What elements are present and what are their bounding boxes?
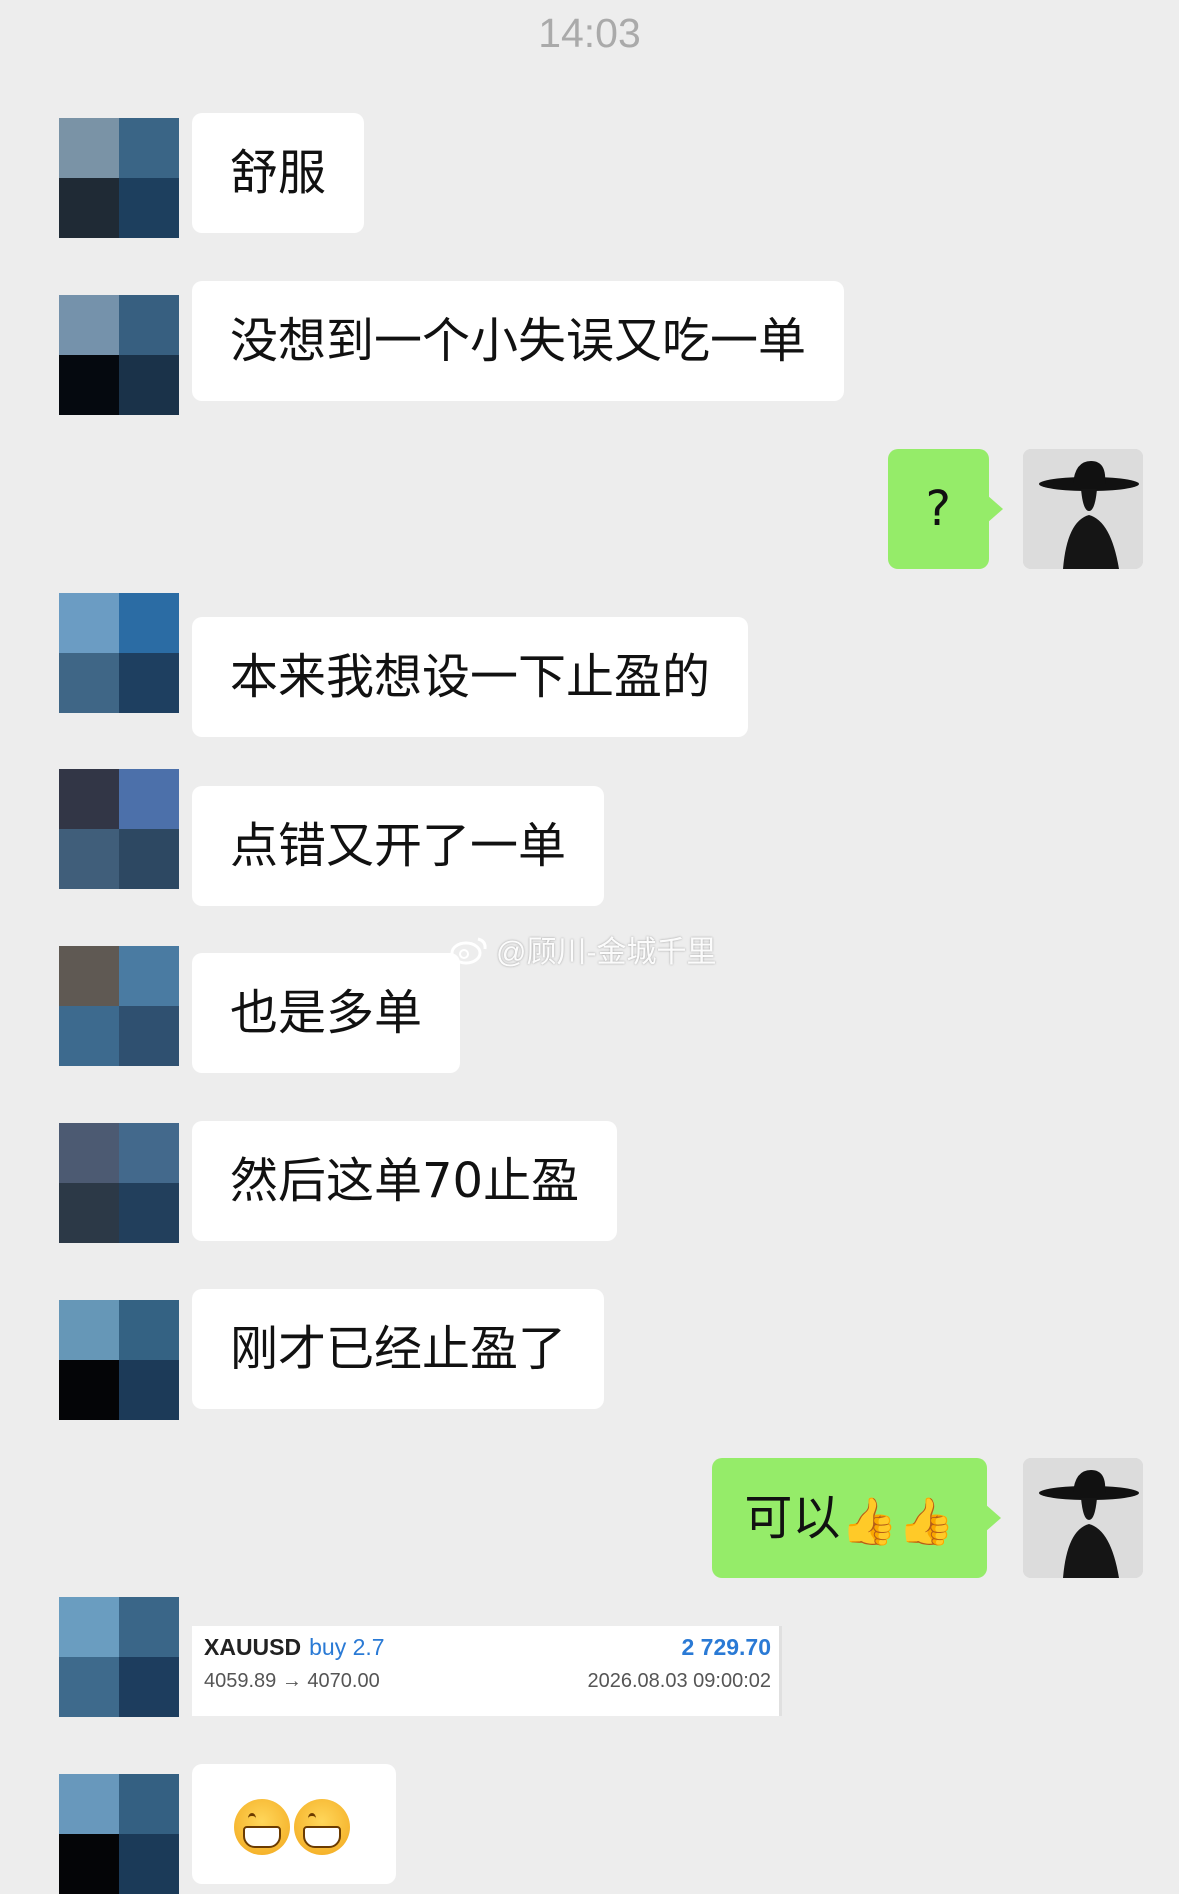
contact-avatar[interactable] xyxy=(59,295,179,415)
trade-row-header: XAUUSD buy 2.7 2 729.70 xyxy=(204,1634,771,1670)
my-avatar[interactable] xyxy=(1023,449,1143,569)
trade-row-detail: 4059.89 → 4070.00 2026.08.03 09:00:02 xyxy=(204,1670,771,1704)
my-avatar[interactable] xyxy=(1023,1458,1143,1578)
contact-avatar[interactable] xyxy=(59,1300,179,1420)
contact-avatar[interactable] xyxy=(59,769,179,889)
message-bubble[interactable]: 刚才已经止盈了 xyxy=(192,1289,605,1409)
message-bubble[interactable]: 然后这单70止盈 xyxy=(192,1121,618,1241)
message-bubble[interactable]: 舒服 xyxy=(192,113,365,233)
message-bubble[interactable]: 点错又开了一单 xyxy=(192,786,605,906)
message-bubble-sent[interactable]: ? xyxy=(887,449,1004,569)
message-bubble[interactable]: 没想到一个小失误又吃一单 xyxy=(192,281,845,401)
contact-avatar[interactable] xyxy=(59,1597,179,1717)
weibo-icon xyxy=(450,937,487,965)
trade-side: buy 2.7 xyxy=(309,1634,385,1660)
trade-prices: 4059.89 → 4070.00 xyxy=(204,1670,380,1692)
contact-avatar[interactable] xyxy=(59,593,179,713)
message-text: 可以 xyxy=(744,1490,841,1546)
contact-avatar[interactable] xyxy=(59,118,179,238)
silhouette-icon xyxy=(1023,449,1143,569)
trade-profit: 2 729.70 xyxy=(681,1634,771,1660)
message-bubble-emoji[interactable] xyxy=(192,1764,396,1884)
message-bubble-sent[interactable]: 可以👍👍 xyxy=(712,1458,1001,1578)
contact-avatar[interactable] xyxy=(59,1774,179,1894)
trade-timestamp: 2026.08.03 09:00:02 xyxy=(587,1670,771,1692)
silhouette-icon xyxy=(1023,1458,1143,1578)
thumbs-up-icon: 👍 xyxy=(840,1494,898,1548)
grinning-face-icon xyxy=(294,1799,350,1855)
grinning-face-icon xyxy=(234,1799,290,1855)
trade-symbol: XAUUSD xyxy=(204,1634,302,1660)
trade-screenshot[interactable]: XAUUSD buy 2.7 2 729.70 4059.89 → 4070.00… xyxy=(192,1626,782,1716)
watermark: @顾川-金城千里 xyxy=(450,927,716,971)
status-time: 14:03 xyxy=(538,10,641,56)
thumbs-up-icon: 👍 xyxy=(897,1494,955,1548)
contact-avatar[interactable] xyxy=(59,1123,179,1243)
contact-avatar[interactable] xyxy=(59,946,179,1066)
watermark-text: @顾川-金城千里 xyxy=(496,936,717,969)
message-bubble[interactable]: 本来我想设一下止盈的 xyxy=(192,617,749,737)
message-bubble[interactable]: 也是多单 xyxy=(192,953,461,1073)
